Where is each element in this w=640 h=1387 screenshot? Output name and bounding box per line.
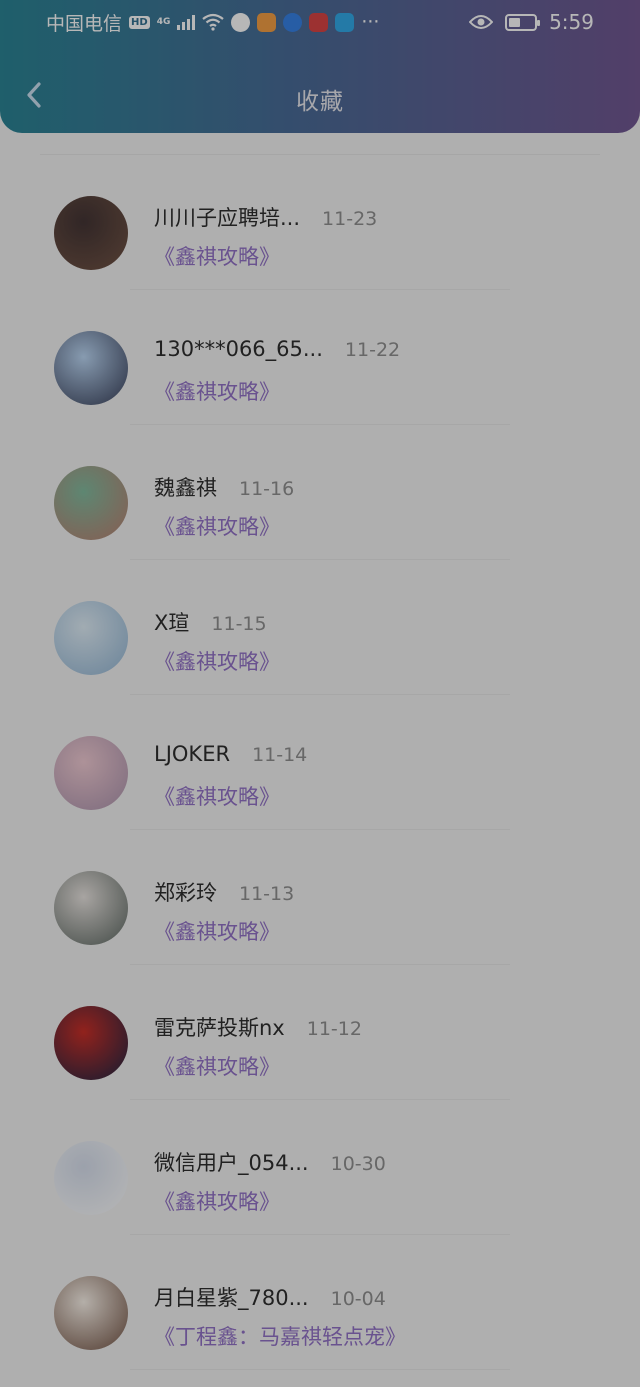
- app-search-icon: [335, 12, 355, 32]
- user-avatar[interactable]: [54, 196, 128, 270]
- network-type: 4G: [156, 17, 171, 27]
- user-avatar[interactable]: [54, 1141, 128, 1215]
- user-name[interactable]: X瑄: [154, 607, 189, 637]
- app-play-icon: [257, 12, 277, 32]
- list-item[interactable]: X瑄 11-15 《鑫祺攻略》: [0, 560, 640, 695]
- app-ball-icon: [231, 12, 251, 32]
- collected-title-link[interactable]: 《鑫祺攻略》: [154, 376, 280, 406]
- item-date: 10-30: [330, 1153, 386, 1175]
- collected-title-link[interactable]: 《鑫祺攻略》: [154, 1051, 280, 1081]
- item-divider: [130, 1369, 510, 1370]
- collected-title-link[interactable]: 《鑫祺攻略》: [154, 646, 280, 676]
- favorites-list: 川川子应聘培... 11-23 《鑫祺攻略》 130***066_65... 11-22…: [0, 155, 640, 1370]
- item-header: 月白星紫_780... 10-04: [154, 1282, 386, 1312]
- item-header: 郑彩玲 11-13: [154, 877, 294, 907]
- clock: 5:59: [549, 10, 594, 34]
- user-name[interactable]: 川川子应聘培...: [154, 202, 300, 232]
- list-item[interactable]: 雷克萨投斯nx 11-12 《鑫祺攻略》: [0, 965, 640, 1100]
- app-bulb-icon: [283, 12, 303, 32]
- hd-badge: HD: [129, 15, 150, 29]
- user-name[interactable]: 魏鑫祺: [154, 472, 217, 502]
- page-title: 收藏: [296, 89, 344, 115]
- list-item[interactable]: 月白星紫_780... 10-04 《丁程鑫：马嘉祺轻点宠》: [0, 1235, 640, 1370]
- list-item[interactable]: 130***066_65... 11-22 《鑫祺攻略》: [0, 290, 640, 425]
- more-notifications-icon: ···: [361, 11, 380, 33]
- item-date: 11-16: [239, 478, 295, 500]
- item-header: LJOKER 11-14: [154, 742, 307, 766]
- item-header: 魏鑫祺 11-16: [154, 472, 294, 502]
- collected-title-link[interactable]: 《丁程鑫：马嘉祺轻点宠》: [154, 1321, 406, 1351]
- status-left: 中国电信 HD 4G ···: [46, 9, 379, 36]
- battery-icon: [505, 13, 541, 31]
- user-avatar[interactable]: [54, 736, 128, 810]
- user-name[interactable]: 郑彩玲: [154, 877, 217, 907]
- user-avatar[interactable]: [54, 871, 128, 945]
- item-header: 雷克萨投斯nx 11-12: [154, 1012, 362, 1042]
- item-header: 130***066_65... 11-22: [154, 337, 400, 361]
- item-date: 11-23: [322, 208, 378, 230]
- item-date: 10-04: [330, 1288, 386, 1310]
- wifi-icon: [202, 13, 225, 31]
- item-date: 11-15: [211, 613, 267, 635]
- collected-title-link[interactable]: 《鑫祺攻略》: [154, 781, 280, 811]
- item-date: 11-12: [306, 1018, 362, 1040]
- collected-title-link[interactable]: 《鑫祺攻略》: [154, 916, 280, 946]
- collected-title-link[interactable]: 《鑫祺攻略》: [154, 1186, 280, 1216]
- item-header: 川川子应聘培... 11-23: [154, 202, 377, 232]
- item-header: 微信用户_054... 10-30: [154, 1147, 386, 1177]
- user-name[interactable]: LJOKER: [154, 742, 230, 766]
- list-item[interactable]: 川川子应聘培... 11-23 《鑫祺攻略》: [0, 155, 640, 290]
- list-item[interactable]: LJOKER 11-14 《鑫祺攻略》: [0, 695, 640, 830]
- carrier-label: 中国电信: [46, 12, 123, 35]
- item-date: 11-22: [344, 339, 401, 361]
- user-avatar[interactable]: [54, 466, 128, 540]
- eye-icon: [469, 15, 494, 29]
- status-bar: 中国电信 HD 4G ··· 5:59: [0, 0, 640, 44]
- user-name[interactable]: 130***066_65...: [154, 337, 323, 361]
- status-right: 5:59: [469, 10, 594, 34]
- signal-icon: [177, 14, 196, 30]
- nav-bar: 收藏: [0, 62, 640, 132]
- collected-title-link[interactable]: 《鑫祺攻略》: [154, 241, 280, 271]
- list-item[interactable]: 魏鑫祺 11-16 《鑫祺攻略》: [0, 425, 640, 560]
- item-date: 11-13: [239, 883, 295, 905]
- user-avatar[interactable]: [54, 331, 128, 405]
- user-name[interactable]: 月白星紫_780...: [154, 1282, 309, 1312]
- app-red-icon: [309, 12, 329, 32]
- list-item[interactable]: 郑彩玲 11-13 《鑫祺攻略》: [0, 830, 640, 965]
- collected-title-link[interactable]: 《鑫祺攻略》: [154, 511, 280, 541]
- user-avatar[interactable]: [54, 1006, 128, 1080]
- user-name[interactable]: 微信用户_054...: [154, 1147, 309, 1177]
- user-avatar[interactable]: [54, 1276, 128, 1350]
- item-header: X瑄 11-15: [154, 607, 267, 637]
- list-item[interactable]: 微信用户_054... 10-30 《鑫祺攻略》: [0, 1100, 640, 1235]
- user-avatar[interactable]: [54, 601, 128, 675]
- user-name[interactable]: 雷克萨投斯nx: [154, 1012, 285, 1042]
- app-header: 中国电信 HD 4G ··· 5:59 收藏: [0, 0, 640, 133]
- item-date: 11-14: [252, 744, 308, 766]
